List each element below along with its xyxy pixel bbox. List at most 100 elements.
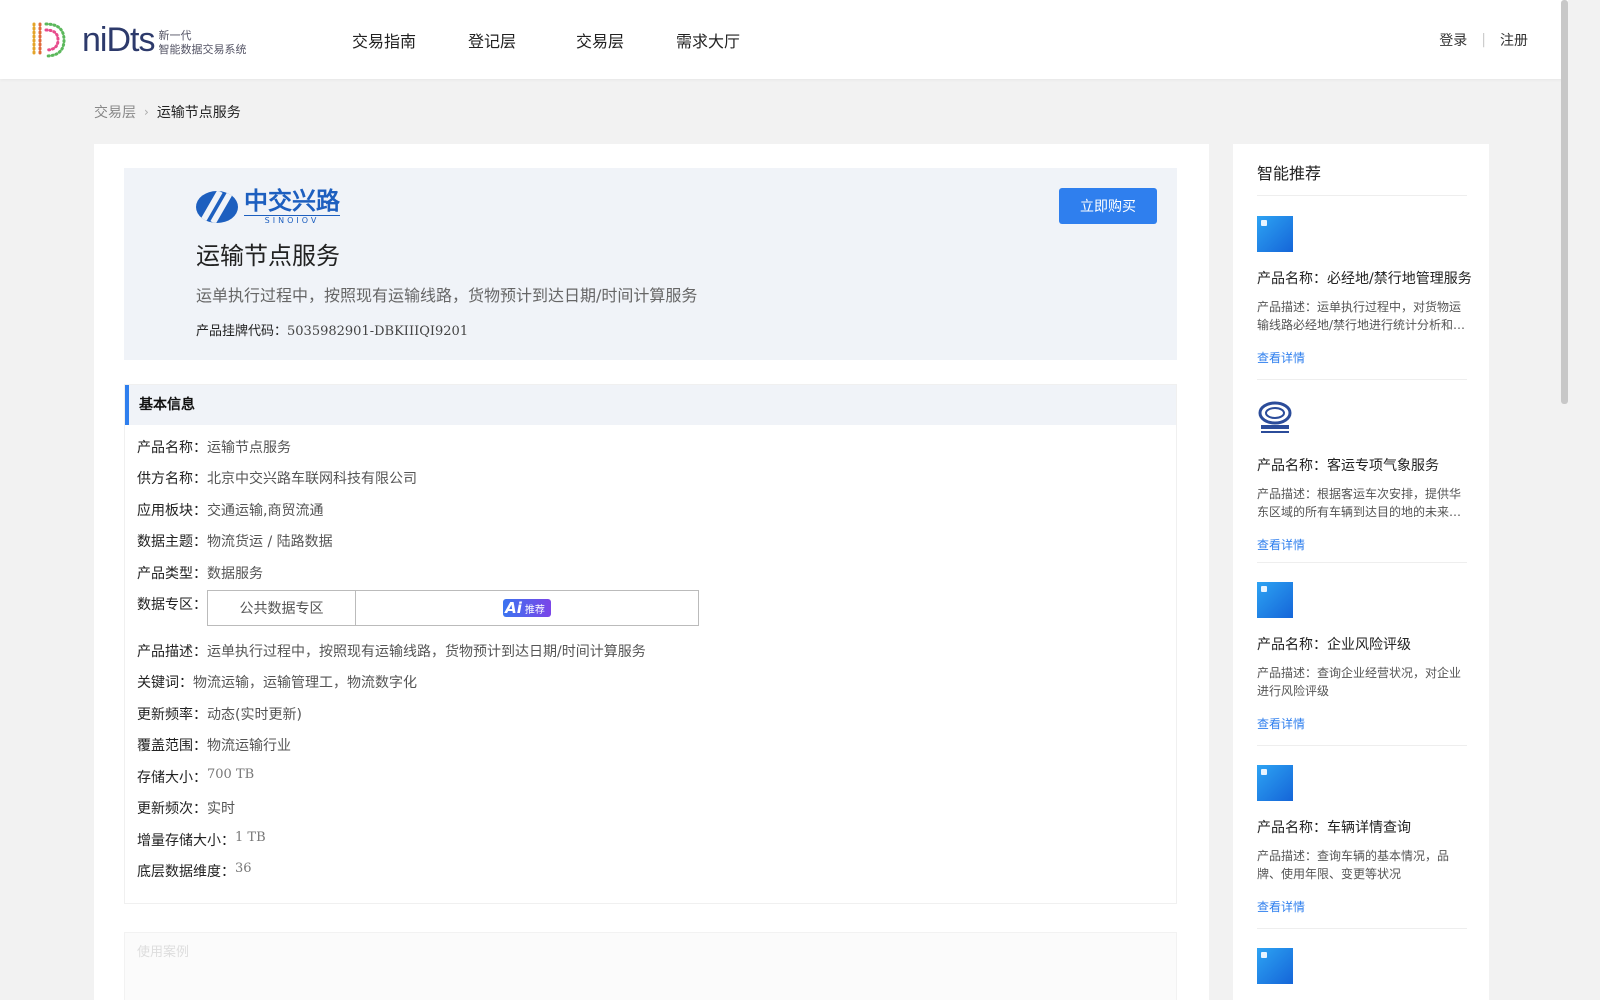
rec-divider [1257,745,1467,746]
recommend-sidebar: 智能推荐 产品名称：必经地/禁行地管理服务 产品描述：运单执行过程中，对货物运输… [1233,144,1489,1000]
field-value: 运单执行过程中，按照现有运输线路，货物预计到达日期/时间计算服务 [207,644,646,660]
rec-desc: 产品描述：运单执行过程中，对货物运输线路必经地/禁行地进行统计分析和… [1257,300,1466,332]
site-logo[interactable]: niDts 新一代 智能数据交易系统 [28,20,246,60]
view-details-link[interactable]: 查看详情 [1257,898,1305,915]
rec-item[interactable]: 产品名称：客运专项气象服务 产品描述：根据客运车次安排，提供华东区域的所有车辆到… [1257,399,1467,553]
info-row-storage: 存储大小： 700 TB [137,767,254,787]
logo-tagline: 新一代 智能数据交易系统 [158,29,246,57]
rec-divider [1257,379,1467,380]
listing-code-value: 5035982901-DBKIIIQI9201 [287,324,469,339]
product-thumbnail-icon [1257,582,1293,618]
field-label: 供方名称： [137,471,207,487]
product-title: 运输节点服务 [196,242,340,270]
field-value: 动态(实时更新) [207,707,302,723]
supplier-logo-cn: 中交兴路 [244,187,340,215]
info-row-supplier: 供方名称： 北京中交兴路车联网科技有限公司 [137,468,417,488]
logo-wordmark: niDts [82,20,155,59]
weather-cloud-icon [1257,399,1293,435]
breadcrumb: 交易层 › 运输节点服务 [94,102,241,122]
field-value: 物流货运 / 陆路数据 [207,534,333,550]
field-label: 增量存储大小： [137,833,235,849]
supplier-logo-icon [196,190,238,223]
supplier-logo-text: 中交兴路 SINOIOV [244,188,340,225]
field-label: 关键词： [137,675,193,691]
rec-name: 产品名称：企业风险评级 [1257,637,1411,653]
auth-divider: | [1481,32,1486,48]
auth-links: 登录 | 注册 [1439,30,1528,50]
field-value: 北京中交兴路车联网科技有限公司 [207,471,417,487]
field-value: 1 TB [235,830,266,845]
chevron-right-icon: › [144,105,149,119]
info-row-dimensions: 底层数据维度： 36 [137,861,252,881]
field-label: 底层数据维度： [137,864,235,880]
field-value: 物流运输，运输管理工，物流数字化 [193,675,417,691]
info-row-keywords: 关键词： 物流运输，运输管理工，物流数字化 [137,672,417,692]
rec-item[interactable]: 产品名称：企业风险评级 产品描述：查询企业经营状况，对企业进行风险评级 查看详情 [1257,582,1467,732]
info-row-type: 产品类型： 数据服务 [137,563,263,583]
info-row-topic: 数据主题： 物流货运 / 陆路数据 [137,531,333,551]
info-row-product-name: 产品名称： 运输节点服务 [137,437,291,457]
view-details-link[interactable]: 查看详情 [1257,349,1305,366]
field-value: 物流运输行业 [207,738,291,754]
use-case-heading: 使用案例 [137,945,190,960]
rec-item[interactable] [1257,948,1467,984]
ai-recommend-badge: Ai 推荐 [503,599,551,617]
nav-registration-layer[interactable]: 登记层 [468,28,516,52]
view-details-link[interactable]: 查看详情 [1257,715,1305,732]
field-value: 实时 [207,801,235,817]
rec-item[interactable]: 产品名称：车辆详情查询 产品描述：查询车辆的基本情况，品牌、使用年限、变更等状况… [1257,765,1467,915]
field-value: 数据服务 [207,566,263,582]
page-scrollbar-thumb[interactable] [1561,0,1568,404]
info-row-zone: 数据专区： 公共数据专区 Ai 推荐 [137,590,699,626]
rec-desc: 产品描述：根据客运车次安排，提供华东区域的所有车辆到达目的地的未来… [1257,487,1462,519]
breadcrumb-current: 运输节点服务 [156,105,241,121]
info-row-description: 产品描述： 运单执行过程中，按照现有运输线路，货物预计到达日期/时间计算服务 [137,641,646,661]
rec-desc: 产品描述：查询车辆的基本情况，品牌、使用年限、变更等状况 [1257,849,1450,881]
register-link[interactable]: 注册 [1500,30,1528,50]
nav-demand-hall[interactable]: 需求大厅 [676,28,740,52]
field-value: 交通运输,商贸流通 [207,503,324,519]
field-value: 运输节点服务 [207,440,291,456]
zone-public[interactable]: 公共数据专区 [208,591,356,625]
info-row-incremental-storage: 增量存储大小： 1 TB [137,830,266,850]
product-thumbnail-icon [1257,216,1293,252]
rec-desc: 产品描述：查询企业经营状况，对企业进行风险评级 [1257,666,1462,698]
supplier-logo: 中交兴路 SINOIOV [196,188,340,225]
login-link[interactable]: 登录 [1439,30,1467,50]
info-row-update-times: 更新频次： 实时 [137,798,235,818]
product-hero: 中交兴路 SINOIOV 立即购买 运输节点服务 运单执行过程中，按照现有运输线… [124,168,1177,360]
main-nav: 交易指南 登记层 交易层 需求大厅 [352,28,792,52]
zone-ai-cell: Ai 推荐 [356,591,698,625]
field-label: 产品类型： [137,566,207,582]
breadcrumb-parent[interactable]: 交易层 [94,102,136,122]
rec-item[interactable]: 产品名称：必经地/禁行地管理服务 产品描述：运单执行过程中，对货物运输线路必经地… [1257,216,1472,366]
logo-tagline-line2: 智能数据交易系统 [158,43,247,56]
section-heading: 基本信息 [125,385,1176,425]
top-header: niDts 新一代 智能数据交易系统 交易指南 登记层 交易层 需求大厅 登录 … [0,0,1568,79]
sidebar-title: 智能推荐 [1257,164,1322,183]
field-value: 700 TB [207,767,255,782]
nav-trade-guide[interactable]: 交易指南 [352,28,416,52]
nav-trading-layer[interactable]: 交易层 [576,28,624,52]
product-detail-panel: 中交兴路 SINOIOV 立即购买 运输节点服务 运单执行过程中，按照现有运输线… [94,144,1209,1000]
field-label: 产品描述： [137,644,207,660]
supplier-logo-en: SINOIOV [244,215,340,225]
field-label: 产品名称： [137,440,207,456]
logo-tagline-line1: 新一代 [158,29,192,42]
product-thumbnail-icon [1257,948,1293,984]
listing-code-label: 产品挂牌代码： [196,324,288,339]
field-label: 更新频次： [137,801,207,817]
buy-now-button[interactable]: 立即购买 [1059,188,1157,224]
field-label: 存储大小： [137,770,207,786]
field-label: 数据专区： [137,597,207,613]
product-listing-code: 产品挂牌代码：5035982901-DBKIIIQI9201 [196,320,468,339]
info-row-coverage: 覆盖范围： 物流运输行业 [137,735,291,755]
field-label: 数据主题： [137,534,207,550]
page-scrollbar-track[interactable] [1568,0,1600,1000]
zone-table: 公共数据专区 Ai 推荐 [207,590,699,626]
product-summary: 运单执行过程中，按照现有运输线路，货物预计到达日期/时间计算服务 [196,286,698,305]
rec-name: 产品名称：客运专项气象服务 [1257,458,1439,474]
basic-info-section: 基本信息 产品名称： 运输节点服务 供方名称： 北京中交兴路车联网科技有限公司 应用… [124,384,1177,904]
ai-tag-label: 推荐 [524,604,545,616]
view-details-link[interactable]: 查看详情 [1257,536,1305,553]
